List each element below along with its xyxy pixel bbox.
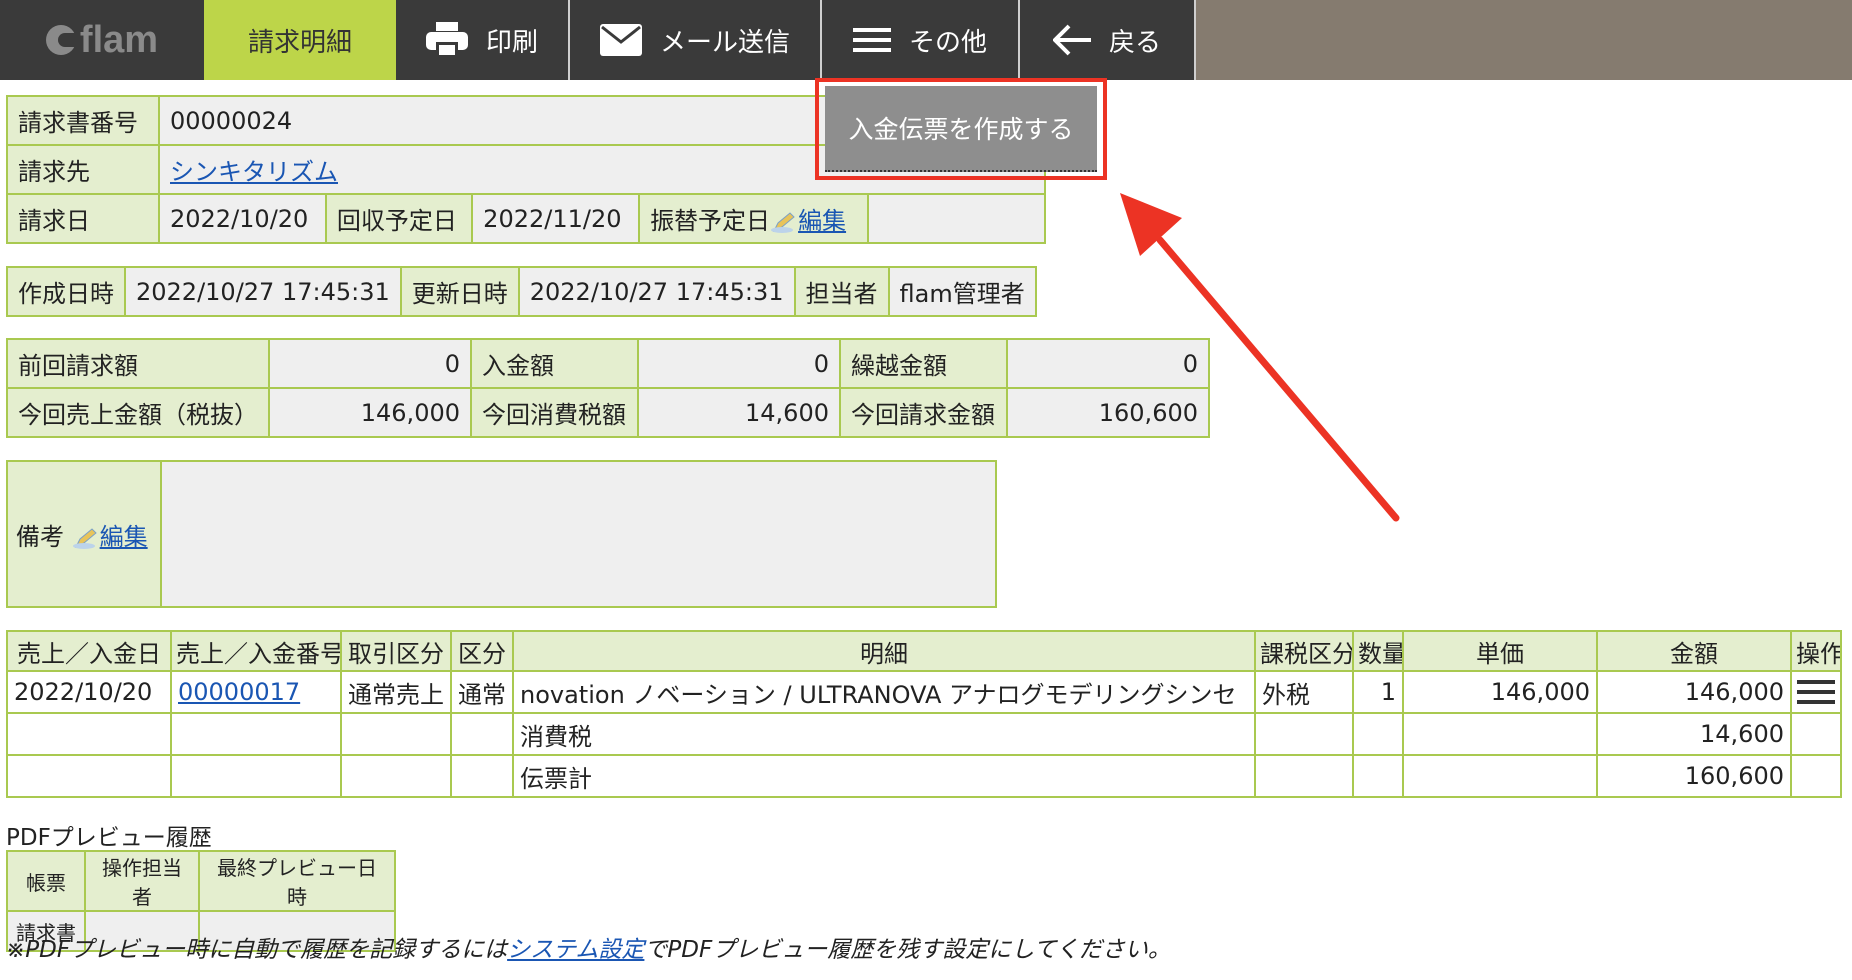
paid-amount-value: 0 [637,338,841,389]
col-tax-type: 課税区分 [1254,630,1354,672]
updated-label: 更新日時 [399,266,520,317]
col-qty: 数量 [1352,630,1404,672]
carry-amount-value: 0 [1006,338,1210,389]
history-note-after: でPDFプレビュー履歴を残す設定にしてください。 [644,937,1171,963]
other-menu-button[interactable]: その他 [822,0,1020,80]
col-detail: 明細 [512,630,1256,672]
other-menu-label: その他 [908,27,987,58]
transfer-date-label: 振替予定日 [650,207,771,235]
row-tax-type: 外税 [1254,670,1354,714]
row-unit-price: 146,000 [1402,670,1598,714]
history-col-doc: 帳票 [6,850,86,912]
print-label: 印刷 [485,27,538,58]
flam-logo[interactable]: flam [0,0,204,80]
row-detail: novation ノベーション / ULTRANOVA アナログモデリングシンセ [512,670,1256,714]
transfer-date-value [866,193,1047,244]
meta-table: 作成日時 2022/10/27 17:45:31 更新日時 2022/10/27… [6,266,1037,317]
created-value: 2022/10/27 17:45:31 [124,266,402,317]
printer-icon [425,22,468,58]
col-number: 売上／入金番号 [170,630,342,672]
remarks-label-cell: 備考 編集 [6,460,162,608]
history-note-before: ※PDFプレビュー時に自動で履歴を記録するには [6,937,508,963]
collect-date-value: 2022/11/20 [471,193,641,244]
total-amount-label: 今回請求金額 [839,387,1008,438]
prev-amount-label: 前回請求額 [6,338,270,389]
back-button[interactable]: 戻る [1020,0,1196,80]
create-deposit-slip-item[interactable]: 入金伝票を作成する [825,86,1097,172]
nav-filler [1196,0,1852,80]
invoice-date-value: 2022/10/20 [158,193,327,244]
row-number-link[interactable]: 00000017 [178,678,300,706]
paid-amount-label: 入金額 [470,338,639,389]
logo-mark-icon [45,25,76,55]
tax-row-amount: 14,600 [1596,712,1792,756]
owner-label: 担当者 [793,266,890,317]
tab-invoice-detail-label: 請求明細 [247,27,352,58]
sales-amount-value: 146,000 [268,387,472,438]
row-kind: 通常 [450,670,514,714]
col-action: 操作 [1790,630,1842,672]
top-nav: flam 請求明細 印刷 メール送信 その他 戻る [0,0,1852,80]
items-table: 売上／入金日 売上／入金番号 取引区分 区分 明細 課税区分 数量 単価 金額 … [6,630,1842,798]
row-date: 2022/10/20 [6,670,172,714]
total-amount-value: 160,600 [1006,387,1210,438]
back-arrow-icon [1052,24,1091,56]
remarks-edit-link[interactable]: 編集 [100,523,148,551]
row-amount: 146,000 [1596,670,1792,714]
send-mail-label: メール送信 [659,27,790,58]
carry-amount-label: 繰越金額 [839,338,1008,389]
tax-amount-label: 今回消費税額 [470,387,639,438]
amount-table: 前回請求額 0 入金額 0 繰越金額 0 今回売上金額（税抜） 146,000 … [6,338,1210,438]
history-note: ※PDFプレビュー時に自動で履歴を記録するにはシステム設定でPDFプレビュー履歴… [6,930,1171,964]
edit-pencil-icon [771,212,795,233]
total-row-label: 伝票計 [512,754,1256,798]
client-label: 請求先 [6,144,160,195]
back-label: 戻る [1108,27,1161,58]
col-kind: 区分 [450,630,514,672]
row-menu-icon[interactable] [1797,677,1835,707]
row-trade: 通常売上 [340,670,452,714]
col-trade: 取引区分 [340,630,452,672]
mail-icon [599,24,642,56]
sales-amount-label: 今回売上金額（税抜） [6,387,270,438]
table-row: 2022/10/20 00000017 通常売上 通常 novation ノベー… [6,670,1842,714]
tab-invoice-detail[interactable]: 請求明細 [204,0,396,80]
history-col-last-preview: 最終プレビュー日時 [198,850,396,912]
menu-icon [852,28,891,52]
invoice-date-label: 請求日 [6,193,160,244]
print-button[interactable]: 印刷 [396,0,570,80]
col-amount: 金額 [1596,630,1792,672]
tax-amount-value: 14,600 [637,387,841,438]
items-header-row: 売上／入金日 売上／入金番号 取引区分 区分 明細 課税区分 数量 単価 金額 … [6,630,1842,672]
transfer-date-label-cell: 振替予定日 編集 [638,193,869,244]
total-row: 伝票計 160,600 [6,754,1842,798]
history-title: PDFプレビュー履歴 [6,825,212,851]
system-settings-link[interactable]: システム設定 [507,937,644,963]
client-link[interactable]: シンキタリズム [170,158,338,186]
owner-value: flam管理者 [887,266,1037,317]
created-label: 作成日時 [6,266,126,317]
tax-row-label: 消費税 [512,712,1256,756]
prev-amount-value: 0 [268,338,472,389]
edit-pencil-icon [72,527,97,549]
row-qty: 1 [1352,670,1404,714]
collect-date-label: 回収予定日 [324,193,474,244]
remarks-label: 備考 [16,522,64,551]
send-mail-button[interactable]: メール送信 [570,0,822,80]
invoice-number-label: 請求書番号 [6,95,160,146]
updated-value: 2022/10/27 17:45:31 [517,266,796,317]
tax-row: 消費税 14,600 [6,712,1842,756]
row-action-cell [1790,670,1842,714]
history-col-operator: 操作担当者 [84,850,200,912]
remarks-table: 備考 編集 [6,460,997,608]
col-unit-price: 単価 [1402,630,1598,672]
col-date: 売上／入金日 [6,630,172,672]
logo-text: flam [79,18,159,61]
transfer-edit-link[interactable]: 編集 [798,207,846,235]
remarks-value [160,460,997,608]
row-number-cell: 00000017 [170,670,342,714]
total-row-amount: 160,600 [1596,754,1792,798]
other-dropdown: 入金伝票を作成する [815,78,1107,180]
